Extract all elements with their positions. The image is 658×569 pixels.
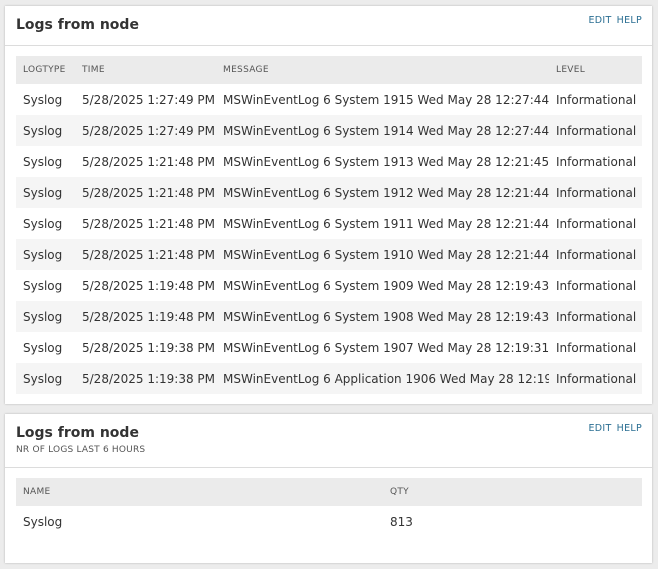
cell-time: 5/28/2025 1:21:48 PM [82,185,216,200]
cell-level: Informational [556,185,637,200]
logs-table: LOGTYPE TIME MESSAGE LEVEL Syslog 5/28/2… [16,56,642,394]
column-header-message[interactable]: MESSAGE [216,56,549,84]
cell-time: 5/28/2025 1:19:48 PM [82,309,216,324]
help-link[interactable]: HELP [617,15,642,26]
cell-logtype: Syslog [23,309,63,324]
cell-time: 5/28/2025 1:19:38 PM [82,340,216,355]
panel-subtitle: NR OF LOGS LAST 6 HOURS [16,445,146,455]
table-row[interactable]: Syslog 813 [16,506,642,537]
panel-header: Logs from node NR OF LOGS LAST 6 HOURS E… [5,414,652,468]
edit-link[interactable]: EDIT [589,423,612,434]
table-row[interactable]: Syslog 5/28/2025 1:21:48 PM MSWinEventLo… [16,177,642,208]
panel-title: Logs from node [16,17,139,33]
cell-time: 5/28/2025 1:27:49 PM [82,123,216,138]
cell-time: 5/28/2025 1:21:48 PM [82,154,216,169]
table-row[interactable]: Syslog 5/28/2025 1:21:48 PM MSWinEventLo… [16,208,642,239]
cell-level: Informational [556,371,637,386]
cell-message: MSWinEventLog 6 System 1908 Wed May 28 1… [223,309,549,324]
cell-level: Informational [556,309,637,324]
cell-level: Informational [556,216,637,231]
table-row[interactable]: Syslog 5/28/2025 1:21:48 PM MSWinEventLo… [16,239,642,270]
cell-level: Informational [556,278,637,293]
panel-title: Logs from node [16,425,139,441]
cell-message: MSWinEventLog 6 System 1914 Wed May 28 1… [223,123,549,138]
cell-message: MSWinEventLog 6 System 1910 Wed May 28 1… [223,247,549,262]
cell-message: MSWinEventLog 6 System 1909 Wed May 28 1… [223,278,549,293]
cell-level: Informational [556,340,637,355]
cell-message: MSWinEventLog 6 System 1911 Wed May 28 1… [223,216,549,231]
log-count-table: NAME QTY Syslog 813 [16,478,642,537]
cell-level: Informational [556,247,637,262]
cell-message: MSWinEventLog 6 System 1913 Wed May 28 1… [223,154,549,169]
cell-qty: 813 [390,514,413,529]
cell-level: Informational [556,123,637,138]
table-row[interactable]: Syslog 5/28/2025 1:19:48 PM MSWinEventLo… [16,270,642,301]
cell-message: MSWinEventLog 6 System 1912 Wed May 28 1… [223,185,549,200]
logs-panel: Logs from node EDIT HELP LOGTYPE TIME MES… [5,6,652,404]
table-header-row: NAME QTY [16,478,642,506]
table-header-row: LOGTYPE TIME MESSAGE LEVEL [16,56,642,84]
panel-actions: EDIT HELP [584,15,643,26]
cell-logtype: Syslog [23,154,63,169]
cell-time: 5/28/2025 1:27:49 PM [82,92,216,107]
cell-logtype: Syslog [23,278,63,293]
cell-logtype: Syslog [23,247,63,262]
panel-header: Logs from node EDIT HELP [5,6,652,46]
cell-logtype: Syslog [23,216,63,231]
cell-logtype: Syslog [23,92,63,107]
cell-logtype: Syslog [23,185,63,200]
cell-name: Syslog [23,514,63,529]
cell-message: MSWinEventLog 6 System 1915 Wed May 28 1… [223,92,549,107]
table-row[interactable]: Syslog 5/28/2025 1:19:38 PM MSWinEventLo… [16,332,642,363]
table-row[interactable]: Syslog 5/28/2025 1:21:48 PM MSWinEventLo… [16,146,642,177]
table-row[interactable]: Syslog 5/28/2025 1:27:49 PM MSWinEventLo… [16,115,642,146]
cell-level: Informational [556,154,637,169]
panel-actions: EDIT HELP [584,423,643,434]
cell-time: 5/28/2025 1:21:48 PM [82,216,216,231]
table-row[interactable]: Syslog 5/28/2025 1:19:38 PM MSWinEventLo… [16,363,642,394]
cell-time: 5/28/2025 1:19:38 PM [82,371,216,386]
edit-link[interactable]: EDIT [589,15,612,26]
log-count-panel: Logs from node NR OF LOGS LAST 6 HOURS E… [5,414,652,563]
cell-message: MSWinEventLog 6 Application 1906 Wed May… [223,371,549,386]
table-row[interactable]: Syslog 5/28/2025 1:27:49 PM MSWinEventLo… [16,84,642,115]
table-row[interactable]: Syslog 5/28/2025 1:19:48 PM MSWinEventLo… [16,301,642,332]
cell-time: 5/28/2025 1:19:48 PM [82,278,216,293]
cell-message: MSWinEventLog 6 System 1907 Wed May 28 1… [223,340,549,355]
help-link[interactable]: HELP [617,423,642,434]
cell-logtype: Syslog [23,371,63,386]
column-header-time[interactable]: TIME [75,56,216,84]
cell-time: 5/28/2025 1:21:48 PM [82,247,216,262]
column-header-qty[interactable]: QTY [383,478,642,506]
cell-logtype: Syslog [23,340,63,355]
cell-level: Informational [556,92,637,107]
column-header-logtype[interactable]: LOGTYPE [16,56,75,84]
cell-logtype: Syslog [23,123,63,138]
column-header-level[interactable]: LEVEL [549,56,642,84]
column-header-name[interactable]: NAME [16,478,383,506]
